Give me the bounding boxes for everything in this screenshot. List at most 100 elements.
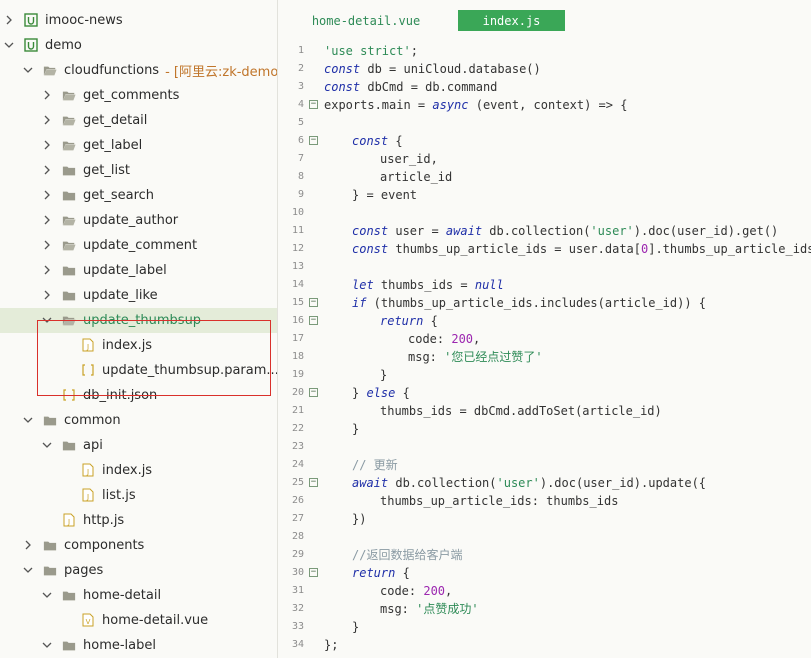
code-line[interactable]: 26 thumbs_up_article_ids: thumbs_ids: [278, 492, 811, 510]
code-line[interactable]: 22}: [278, 420, 811, 438]
code-token: 'user': [496, 476, 540, 490]
code-line[interactable]: 6− const {: [278, 132, 811, 150]
code-text: return {: [352, 564, 410, 582]
chevron-right-icon[interactable]: [42, 140, 52, 150]
code-line[interactable]: 25− await db.collection('user').doc(user_…: [278, 474, 811, 492]
code-line[interactable]: 3 const dbCmd = db.command: [278, 78, 811, 96]
chevron-right-icon[interactable]: [42, 90, 52, 100]
code-line[interactable]: 16− return {: [278, 312, 811, 330]
chevron-down-icon[interactable]: [42, 440, 52, 450]
code-line[interactable]: 19}: [278, 366, 811, 384]
code-text: code: 200,: [380, 582, 452, 600]
code-line[interactable]: 12 const thumbs_up_article_ids = user.dat…: [278, 240, 811, 258]
svg-text:J: J: [86, 468, 89, 476]
code-token: code:: [380, 584, 424, 598]
code-line[interactable]: 8 article_id: [278, 168, 811, 186]
code-line[interactable]: 27}): [278, 510, 811, 528]
chevron-right-icon[interactable]: [4, 15, 14, 25]
code-token: article_id: [380, 170, 453, 184]
code-line[interactable]: 5: [278, 114, 811, 132]
tree-item-imooc-news[interactable]: imooc-news: [0, 8, 277, 33]
tree-item-http-js[interactable]: Jhttp.js: [0, 508, 277, 533]
chevron-right-icon[interactable]: [42, 190, 52, 200]
chevron-right-icon[interactable]: [42, 115, 52, 125]
code-line[interactable]: 23: [278, 438, 811, 456]
tree-item-update-author[interactable]: update_author: [0, 208, 277, 233]
tree-item-label: cloudfunctions: [64, 62, 160, 78]
chevron-right-icon[interactable]: [42, 290, 52, 300]
code-line[interactable]: 11 const user = await db.collection('user…: [278, 222, 811, 240]
fold-toggle-icon[interactable]: −: [309, 136, 318, 145]
code-editor[interactable]: home-detail.vue index.js 1'use strict'; 2…: [278, 0, 811, 658]
line-number: 9: [297, 189, 304, 200]
code-line[interactable]: 2 const db = uniCloud.database(): [278, 60, 811, 78]
code-line[interactable]: 17 code: 200,: [278, 330, 811, 348]
code-line[interactable]: 9} = event: [278, 186, 811, 204]
tree-item-update-comment[interactable]: update_comment: [0, 233, 277, 258]
chevron-right-icon[interactable]: [23, 540, 33, 550]
code-line[interactable]: 13: [278, 258, 811, 276]
code-line[interactable]: 1 'use strict';: [278, 42, 811, 60]
chevron-down-icon[interactable]: [23, 65, 33, 75]
chevron-down-icon[interactable]: [23, 565, 33, 575]
code-line[interactable]: 31 code: 200,: [278, 582, 811, 600]
tree-item-components[interactable]: components: [0, 533, 277, 558]
chevron-right-icon[interactable]: [42, 240, 52, 250]
code-line[interactable]: 24 // 更新: [278, 456, 811, 474]
code-token: thumbs_ids =: [373, 278, 475, 292]
fold-toggle-icon[interactable]: −: [309, 568, 318, 577]
tree-item-demo[interactable]: demo: [0, 33, 277, 58]
tab-home-detail-vue[interactable]: home-detail.vue: [286, 10, 446, 31]
fold-toggle-icon[interactable]: −: [309, 478, 318, 487]
tree-item-get-search[interactable]: get_search: [0, 183, 277, 208]
chevron-right-icon[interactable]: [42, 215, 52, 225]
tree-item-api[interactable]: api: [0, 433, 277, 458]
code-token: // 更新: [352, 458, 398, 472]
fold-toggle-icon[interactable]: −: [309, 298, 318, 307]
code-line[interactable]: 15− if (thumbs_up_article_ids.includes(ar…: [278, 294, 811, 312]
code-line[interactable]: 18 msg: '您已经点过赞了': [278, 348, 811, 366]
tab-index-js[interactable]: index.js: [458, 10, 565, 31]
code-line[interactable]: 7 user_id,: [278, 150, 811, 168]
fold-toggle-icon[interactable]: −: [309, 316, 318, 325]
code-line[interactable]: 29 //返回数据给客户端: [278, 546, 811, 564]
tree-item-common[interactable]: common: [0, 408, 277, 433]
code-line[interactable]: 21 thumbs_ids = dbCmd.addToSet(article_id…: [278, 402, 811, 420]
code-line[interactable]: 4− exports.main = async (event, context) …: [278, 96, 811, 114]
code-line[interactable]: 32 msg: '点赞成功': [278, 600, 811, 618]
fold-toggle-icon[interactable]: −: [309, 100, 318, 109]
chevron-down-icon[interactable]: [42, 640, 52, 650]
tree-item-update-label[interactable]: update_label: [0, 258, 277, 283]
fold-toggle-icon[interactable]: −: [309, 388, 318, 397]
tree-item-get-detail[interactable]: get_detail: [0, 108, 277, 133]
tree-item-home-detail-vue[interactable]: Vhome-detail.vue: [0, 608, 277, 633]
code-line[interactable]: 14 let thumbs_ids = null: [278, 276, 811, 294]
code-line[interactable]: 28: [278, 528, 811, 546]
code-line[interactable]: 20−} else {: [278, 384, 811, 402]
tree-item-list-js[interactable]: Jlist.js: [0, 483, 277, 508]
tree-item-pages[interactable]: pages: [0, 558, 277, 583]
tree-item-index-js[interactable]: Jindex.js: [0, 458, 277, 483]
tree-item-get-list[interactable]: get_list: [0, 158, 277, 183]
tree-item-home-label[interactable]: home-label: [0, 633, 277, 658]
svg-text:V: V: [86, 618, 91, 626]
line-number: 13: [291, 261, 304, 272]
code-text: if (thumbs_up_article_ids.includes(artic…: [352, 294, 706, 312]
tree-item-update-like[interactable]: update_like: [0, 283, 277, 308]
code-line[interactable]: 30− return {: [278, 564, 811, 582]
tree-item-get-comments[interactable]: get_comments: [0, 83, 277, 108]
chevron-right-icon[interactable]: [42, 165, 52, 175]
chevron-down-icon[interactable]: [42, 590, 52, 600]
code-line[interactable]: 10: [278, 204, 811, 222]
chevron-down-icon[interactable]: [4, 40, 14, 50]
chevron-down-icon[interactable]: [23, 415, 33, 425]
code-line[interactable]: 33}: [278, 618, 811, 636]
chevron-right-icon[interactable]: [42, 265, 52, 275]
tree-item-get-label[interactable]: get_label: [0, 133, 277, 158]
tree-item-home-detail[interactable]: home-detail: [0, 583, 277, 608]
tree-item-cloudfunctions[interactable]: cloudfunctions - [阿里云:zk-demo]: [0, 58, 277, 83]
code-token: (thumbs_up_article_ids.includes(article_…: [366, 296, 707, 310]
code-line[interactable]: 34};: [278, 636, 811, 654]
line-number: 25: [291, 477, 304, 488]
